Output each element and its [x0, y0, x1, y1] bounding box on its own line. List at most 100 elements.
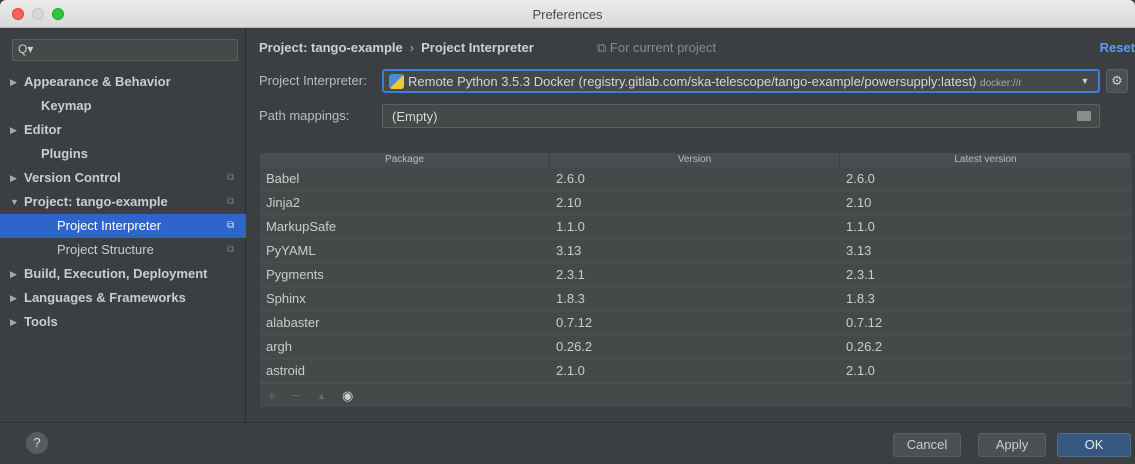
help-button[interactable]: ?: [26, 432, 48, 454]
sidebar-item-label: Plugins: [41, 146, 88, 161]
package-name-cell: MarkupSafe: [266, 219, 337, 234]
table-row[interactable]: Sphinx 1.8.3 1.8.3: [260, 287, 1132, 311]
table-row[interactable]: Pygments 2.3.1 2.3.1: [260, 263, 1132, 287]
table-row[interactable]: alabaster 0.7.12 0.7.12: [260, 311, 1132, 335]
table-row[interactable]: argh 0.26.2 0.26.2: [260, 335, 1132, 359]
window-title: Preferences: [532, 7, 603, 22]
package-name-cell: argh: [266, 339, 293, 354]
column-header-package[interactable]: Package: [260, 153, 550, 167]
column-header-version[interactable]: Version: [550, 153, 840, 167]
interpreter-settings-button[interactable]: ⚙: [1106, 69, 1128, 93]
column-header-latest[interactable]: Latest version: [840, 153, 1132, 167]
main-panel: Project: tango-example › Project Interpret…: [247, 28, 1135, 422]
sidebar-item-label: Tools: [24, 314, 58, 329]
project-scope-icon: ⧉: [227, 244, 235, 255]
sidebar-item-label: Project: tango-example: [24, 194, 168, 209]
package-name-cell: Pygments: [266, 267, 324, 282]
sidebar-item-label: Appearance & Behavior: [24, 74, 171, 89]
table-row[interactable]: astroid 2.1.0 2.1.0: [260, 359, 1132, 383]
sidebar-item[interactable]: ▶ Build, Execution, Deployment: [0, 262, 246, 286]
chevron-right-icon[interactable]: ▶: [10, 166, 17, 190]
sidebar-item[interactable]: ▶ Appearance & Behavior: [0, 70, 246, 94]
latest-version-cell: 1.8.3: [846, 291, 875, 306]
dialog-footer: ? Cancel Apply OK: [0, 422, 1135, 464]
sidebar-item[interactable]: ▶ Tools: [0, 310, 246, 334]
settings-sidebar: Q▾ ▶ Appearance & Behavior Keymap ▶ Editor Pl…: [0, 28, 246, 422]
package-name-cell: Babel: [266, 171, 300, 186]
sidebar-item[interactable]: ▶ Editor: [0, 118, 246, 142]
table-body: Babel 2.6.0 2.6.0 Jinja2 2.10 2.10 MarkupSafe 1…: [260, 167, 1132, 383]
remove-icon[interactable]: −: [292, 388, 300, 403]
latest-version-cell: 3.13: [846, 243, 872, 258]
table-row[interactable]: MarkupSafe 1.1.0 1.1.0: [260, 215, 1132, 239]
table-row[interactable]: PyYAML 3.13 3.13: [260, 239, 1132, 263]
add-icon[interactable]: +: [268, 388, 276, 403]
breadcrumb-parent: Project: tango-example: [259, 40, 403, 55]
sidebar-item-label: Keymap: [41, 98, 92, 113]
title-bar: Preferences: [0, 0, 1135, 28]
python-docker-icon: [389, 74, 404, 89]
scope-note: ⧉ For current project: [597, 40, 717, 55]
sidebar-item-label: Version Control: [24, 170, 121, 185]
sidebar-item[interactable]: ▶ Languages & Frameworks: [0, 286, 246, 310]
path-mappings-field[interactable]: (Empty): [382, 104, 1100, 128]
breadcrumb-separator: ›: [409, 40, 415, 55]
sidebar-item-label: Project Structure: [57, 242, 154, 257]
folder-icon[interactable]: [1077, 111, 1091, 121]
sidebar-item[interactable]: Keymap: [0, 94, 246, 118]
chevron-right-icon[interactable]: ▶: [10, 286, 17, 310]
version-cell: 2.1.0: [556, 363, 585, 378]
apply-button[interactable]: Apply: [978, 433, 1046, 457]
interpreter-value: Remote Python 3.5.3 Docker (registry.git…: [408, 74, 977, 89]
chevron-right-icon[interactable]: ▶: [10, 70, 17, 94]
package-name-cell: alabaster: [266, 315, 320, 330]
latest-version-cell: 2.10: [846, 195, 872, 210]
latest-version-cell: 1.1.0: [846, 219, 875, 234]
latest-version-cell: 2.3.1: [846, 267, 875, 282]
upgrade-icon[interactable]: ▲: [317, 391, 326, 401]
latest-version-cell: 0.7.12: [846, 315, 883, 330]
sidebar-item[interactable]: ▼ Project: tango-example ⧉: [0, 190, 246, 214]
latest-version-cell: 0.26.2: [846, 339, 883, 354]
table-row[interactable]: Jinja2 2.10 2.10: [260, 191, 1132, 215]
package-name-cell: Sphinx: [266, 291, 306, 306]
chevron-down-icon[interactable]: ▼: [10, 190, 19, 214]
path-mappings-label: Path mappings:: [259, 108, 350, 123]
project-scope-icon: ⧉: [227, 172, 235, 183]
version-cell: 1.8.3: [556, 291, 585, 306]
sidebar-item[interactable]: ▶ Version Control ⧉: [0, 166, 246, 190]
chevron-right-icon[interactable]: ▶: [10, 262, 17, 286]
version-cell: 0.7.12: [556, 315, 593, 330]
eye-icon[interactable]: ◉: [342, 388, 353, 404]
version-cell: 1.1.0: [556, 219, 585, 234]
packages-table: Package Version Latest version Babel 2.6.…: [260, 153, 1132, 407]
path-mappings-value: (Empty): [392, 109, 438, 124]
interpreter-suffix: docker://r: [980, 78, 1022, 89]
interpreter-label: Project Interpreter:: [259, 73, 367, 88]
reset-link[interactable]: Reset: [1100, 40, 1135, 55]
package-name-cell: astroid: [266, 363, 306, 378]
version-cell: 2.6.0: [556, 171, 585, 186]
sidebar-item[interactable]: Project Interpreter ⧉: [0, 214, 246, 238]
version-cell: 0.26.2: [556, 339, 593, 354]
table-toolbar: + − ▲ ◉: [260, 383, 1132, 407]
table-header: Package Version Latest version: [260, 153, 1132, 167]
cancel-button[interactable]: Cancel: [893, 433, 961, 457]
latest-version-cell: 2.6.0: [846, 171, 875, 186]
sidebar-item[interactable]: Plugins: [0, 142, 246, 166]
interpreter-select[interactable]: Remote Python 3.5.3 Docker (registry.git…: [382, 69, 1100, 93]
chevron-down-icon[interactable]: ▼: [1076, 71, 1094, 91]
sidebar-item-label: Editor: [24, 122, 62, 137]
project-scope-icon: ⧉: [227, 220, 235, 231]
breadcrumb: Project: tango-example › Project Interpret…: [259, 40, 534, 55]
settings-search-input[interactable]: Q▾: [12, 39, 238, 61]
chevron-right-icon[interactable]: ▶: [10, 310, 17, 334]
sidebar-item-label: Project Interpreter: [57, 218, 162, 233]
settings-tree: ▶ Appearance & Behavior Keymap ▶ Editor Plugi…: [0, 70, 246, 334]
chevron-right-icon[interactable]: ▶: [10, 118, 17, 142]
sidebar-item[interactable]: Project Structure ⧉: [0, 238, 246, 262]
ok-button[interactable]: OK: [1057, 433, 1131, 457]
project-scope-icon: ⧉: [227, 196, 235, 207]
sidebar-item-label: Build, Execution, Deployment: [24, 266, 208, 281]
table-row[interactable]: Babel 2.6.0 2.6.0: [260, 167, 1132, 191]
